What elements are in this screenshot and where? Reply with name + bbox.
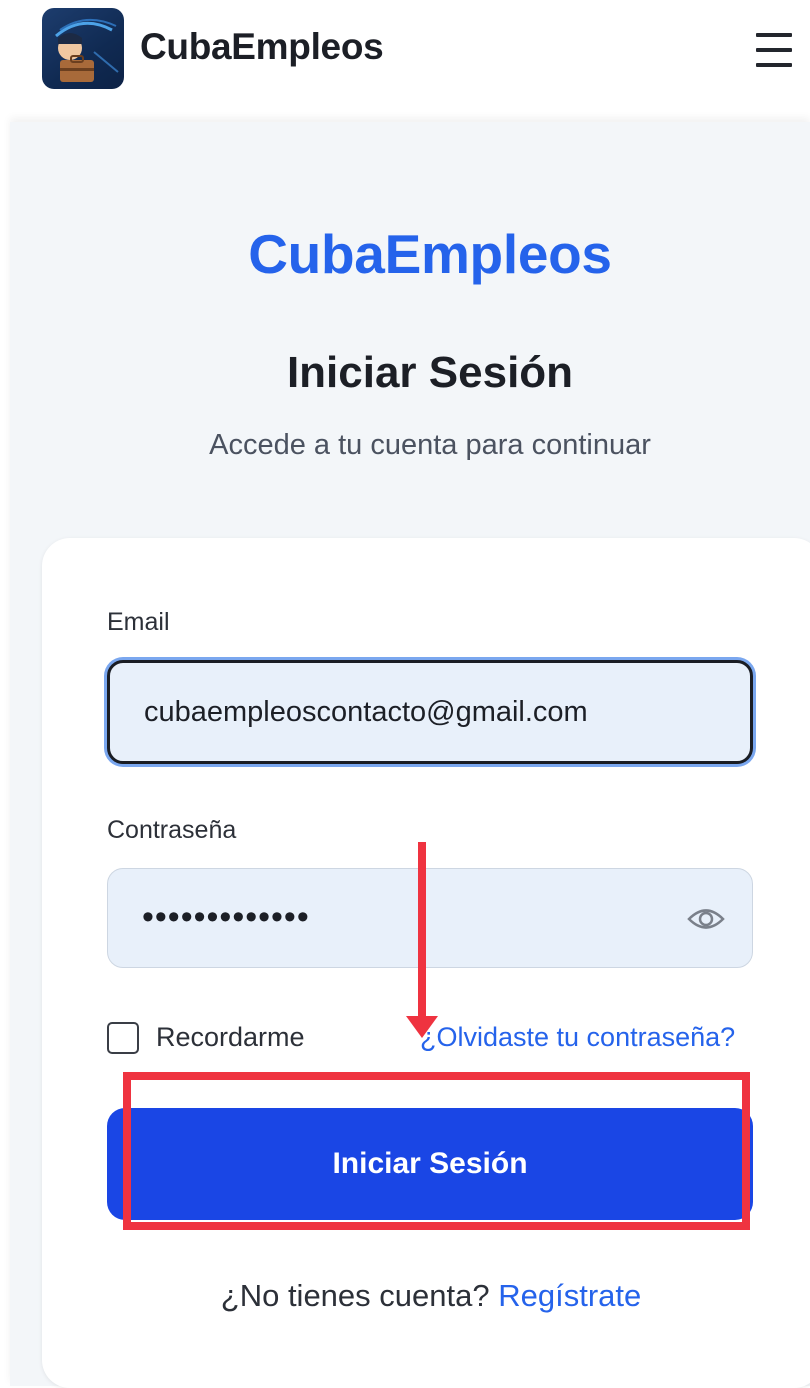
- page-subtitle: Accede a tu cuenta para continuar: [209, 429, 651, 461]
- signup-prompt: ¿No tienes cuenta?: [220, 1278, 490, 1313]
- signup-link[interactable]: Regístrate: [498, 1278, 641, 1313]
- login-submit-button[interactable]: Iniciar Sesión: [107, 1108, 753, 1220]
- signup-prompt-row: ¿No tienes cuenta? Regístrate: [42, 1278, 810, 1314]
- page-title: Iniciar Sesión: [286, 348, 574, 397]
- login-card: Email Contraseña ••••••••••••• Recordarm…: [42, 538, 810, 1388]
- login-page: CubaEmpleos Iniciar Sesión Accede a tu c…: [10, 122, 810, 1388]
- eye-icon[interactable]: [687, 904, 725, 934]
- email-field[interactable]: [107, 660, 753, 764]
- site-title: CubaEmpleos: [248, 223, 612, 285]
- briefcase-logo-icon[interactable]: [42, 8, 124, 89]
- forgot-password-link[interactable]: ¿Olvidaste tu contraseña?: [420, 1022, 735, 1053]
- remember-label[interactable]: Recordarme: [156, 1022, 305, 1053]
- email-label: Email: [107, 608, 170, 636]
- hamburger-menu-icon[interactable]: [753, 30, 796, 70]
- password-label: Contraseña: [107, 816, 237, 844]
- brand-name[interactable]: CubaEmpleos: [140, 26, 384, 68]
- password-field[interactable]: •••••••••••••: [107, 868, 753, 968]
- remember-checkbox[interactable]: [107, 1022, 139, 1054]
- top-navbar: CubaEmpleos: [0, 0, 810, 120]
